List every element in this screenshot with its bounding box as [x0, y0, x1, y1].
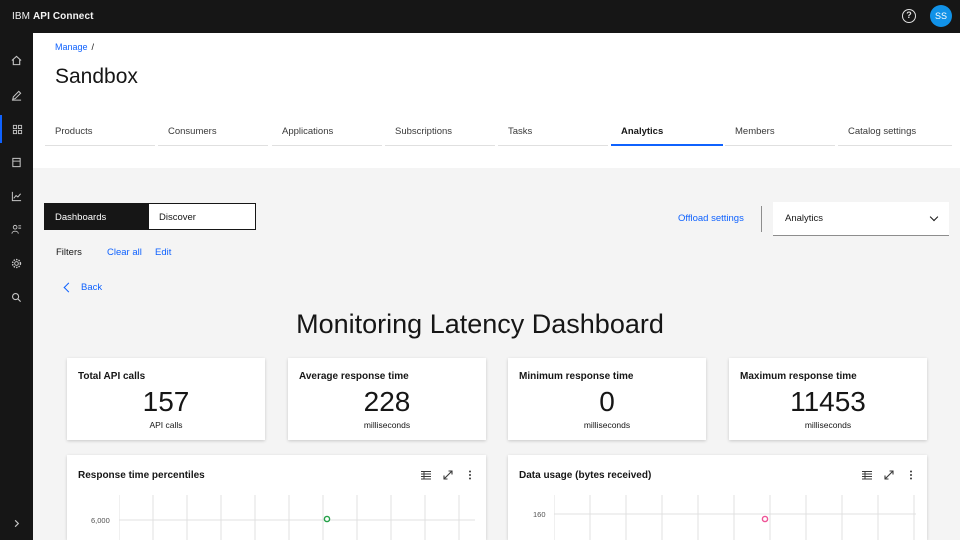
tab-tasks[interactable]: Tasks [498, 118, 608, 146]
left-nav [0, 33, 33, 540]
filters-label: Filters [56, 247, 82, 258]
overflow-menu-icon[interactable] [905, 468, 917, 480]
analytics-select[interactable]: Analytics [773, 202, 949, 236]
brand-prefix: IBM [12, 11, 31, 22]
kpi-label: Total API calls [78, 371, 146, 382]
help-icon[interactable]: ? [902, 9, 916, 23]
dashboards-toggle[interactable]: Dashboards [45, 204, 149, 229]
tab-applications[interactable]: Applications [272, 118, 382, 146]
back-label: Back [81, 282, 103, 293]
dashboard-title: Monitoring Latency Dashboard [296, 309, 664, 339]
kpi-value: 157 [142, 386, 190, 417]
members-icon[interactable] [0, 215, 33, 243]
chart-card-data-usage: Data usage (bytes received) 160 [508, 455, 927, 540]
home-icon[interactable] [0, 46, 33, 74]
analytics-icon[interactable] [0, 182, 33, 210]
data-usage-plot [554, 495, 916, 540]
tab-catalog-settings[interactable]: Catalog settings [838, 118, 952, 146]
kpi-card-total-calls: Total API calls 157 API calls [67, 358, 265, 440]
analytics-select-value: Analytics [785, 213, 824, 224]
chevron-left-icon [63, 282, 74, 293]
kpi-value: 228 [363, 386, 411, 417]
tab-members[interactable]: Members [725, 118, 835, 146]
avatar[interactable]: SS [930, 5, 952, 27]
breadcrumb-separator: / [91, 42, 95, 52]
view-toggle: Dashboards Discover [44, 203, 256, 230]
page-title: Sandbox [55, 65, 138, 88]
api-icon[interactable] [0, 148, 33, 176]
chart-title: Data usage (bytes received) [519, 470, 652, 481]
breadcrumb-manage-link[interactable]: Manage [55, 42, 88, 52]
response-percentiles-plot [119, 495, 475, 540]
kpi-card-average-response: Average response time 228 milliseconds [288, 358, 486, 440]
kpi-label: Average response time [299, 371, 409, 382]
discover-toggle[interactable]: Discover [149, 204, 206, 229]
chevron-down-icon [929, 212, 939, 222]
maximize-icon[interactable] [883, 468, 895, 480]
tab-analytics[interactable]: Analytics [611, 118, 723, 146]
chart-toolbar [420, 468, 476, 480]
maximize-icon[interactable] [442, 468, 454, 480]
table-icon[interactable] [861, 468, 873, 480]
catalog-icon[interactable] [0, 115, 33, 143]
kpi-value: 11453 [790, 386, 866, 417]
kpi-label: Minimum response time [519, 371, 634, 382]
kpi-unit: milliseconds [583, 420, 631, 430]
grid-lines [119, 495, 475, 540]
breadcrumb: Manage / [55, 42, 94, 52]
brand-logo[interactable]: IBM API Connect [12, 11, 94, 22]
chart-card-response-percentiles: Response time percentiles 6,000 [67, 455, 486, 540]
tab-subscriptions[interactable]: Subscriptions [385, 118, 495, 146]
expand-icon[interactable] [0, 509, 33, 537]
edit-icon[interactable] [0, 81, 33, 109]
tab-consumers[interactable]: Consumers [158, 118, 268, 146]
overflow-menu-icon[interactable] [464, 468, 476, 480]
catalog-tabs: Products Consumers Applications Subscrip… [33, 112, 960, 168]
search-icon[interactable] [0, 283, 33, 311]
kpi-card-maximum-response: Maximum response time 11453 milliseconds [729, 358, 927, 440]
chart-toolbar [861, 468, 917, 480]
chart-title: Response time percentiles [78, 470, 205, 481]
kpi-unit: milliseconds [363, 420, 411, 430]
y-tick-label: 6,000 [91, 516, 110, 525]
brand-name: API Connect [32, 11, 94, 22]
page-header: Manage / Sandbox [33, 33, 960, 112]
grid-lines [554, 495, 916, 540]
top-bar: IBM API Connect ? SS [0, 0, 960, 33]
table-icon[interactable] [420, 468, 432, 480]
y-tick-label: 160 [533, 510, 546, 519]
data-point [323, 515, 331, 523]
clear-all-link[interactable]: Clear all [107, 247, 142, 258]
settings-icon[interactable] [0, 249, 33, 277]
kpi-label: Maximum response time [740, 371, 857, 382]
kpi-card-minimum-response: Minimum response time 0 milliseconds [508, 358, 706, 440]
offload-settings-link[interactable]: Offload settings [678, 213, 744, 224]
kpi-unit: API calls [149, 420, 183, 430]
kpi-unit: milliseconds [804, 420, 852, 430]
back-link[interactable]: Back [62, 282, 102, 293]
edit-filters-link[interactable]: Edit [155, 247, 171, 258]
tab-products[interactable]: Products [45, 118, 155, 146]
divider [761, 206, 762, 232]
data-point [761, 515, 769, 523]
kpi-value: 0 [599, 386, 615, 417]
